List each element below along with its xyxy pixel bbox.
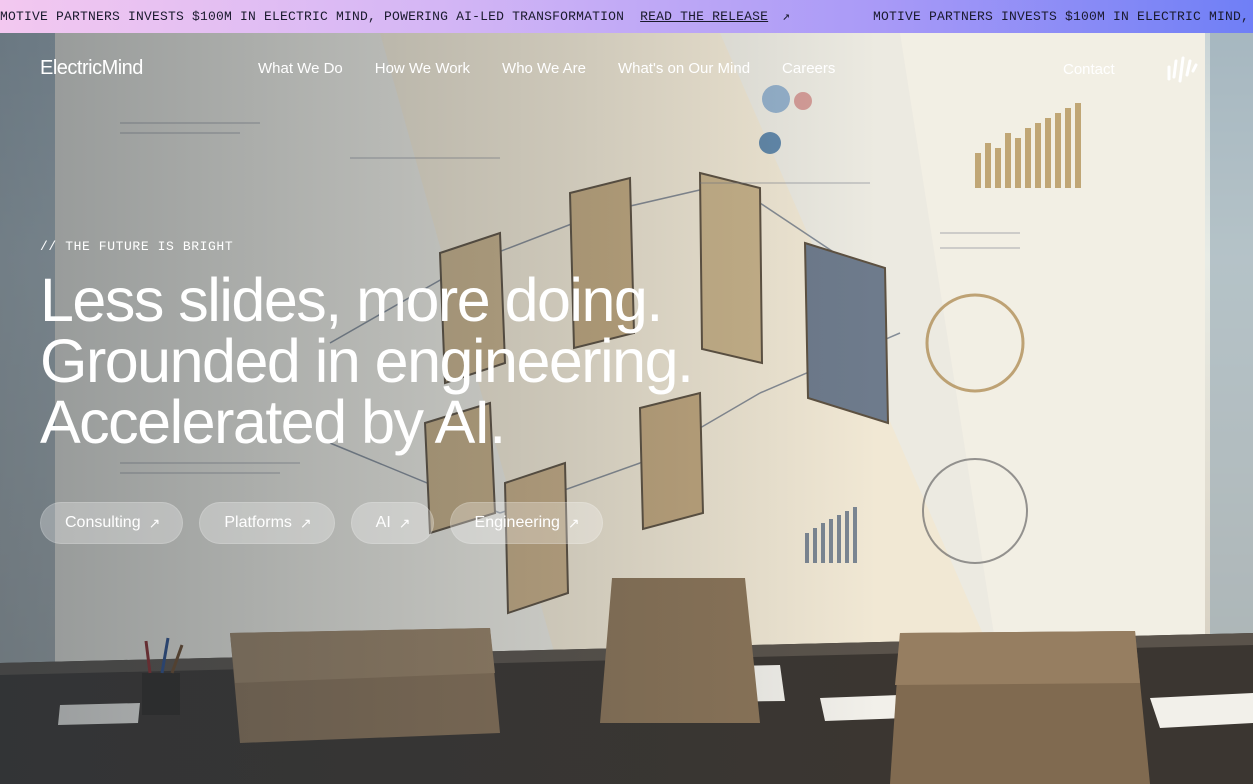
nav-item-careers[interactable]: Careers xyxy=(782,60,835,77)
ticker-segment-repeat: MOTIVE PARTNERS INVESTS $100M IN ELECTRI… xyxy=(873,9,1253,24)
pill-label: Engineering xyxy=(474,514,560,531)
arrow-up-right-icon[interactable]: ↗ xyxy=(782,9,790,24)
engineering-button[interactable]: Engineering ↗ xyxy=(449,502,603,544)
arrow-up-right-icon: ↗ xyxy=(398,514,411,531)
pill-label: Platforms xyxy=(224,514,292,531)
arrow-up-right-icon: ↗ xyxy=(567,514,580,531)
consulting-button[interactable]: Consulting ↗ xyxy=(40,502,184,544)
nav-item-who-we-are[interactable]: Who We Are xyxy=(502,60,586,77)
read-release-link[interactable]: READ THE RELEASE xyxy=(640,9,768,24)
arrow-up-right-icon: ↗ xyxy=(299,514,312,531)
ticker-message: MOTIVE PARTNERS INVESTS $100M IN ELECTRI… xyxy=(0,9,625,24)
hero-eyebrow: // THE FUTURE IS BRIGHT xyxy=(40,239,234,254)
contact-link[interactable]: Contact xyxy=(1063,61,1115,78)
electric-mind-mark-icon[interactable] xyxy=(1165,55,1199,88)
hero-headline: Less slides, more doing. Grounded in eng… xyxy=(40,266,694,456)
pill-label: Consulting xyxy=(65,514,141,531)
service-pills: Consulting ↗ Platforms ↗ AI ↗ Engineerin… xyxy=(40,502,619,544)
platforms-button[interactable]: Platforms ↗ xyxy=(199,502,335,544)
headline-line: Grounded in engineering. xyxy=(40,327,694,395)
nav-item-how-we-work[interactable]: How We Work xyxy=(375,60,470,77)
ticker-segment: MOTIVE PARTNERS INVESTS $100M IN ELECTRI… xyxy=(0,9,790,24)
ai-button[interactable]: AI ↗ xyxy=(350,502,434,544)
top-navigation: ElectricMind What We Do How We Work Who … xyxy=(0,33,1253,105)
headline-line: Accelerated by AI. xyxy=(40,388,506,456)
arrow-up-right-icon: ↗ xyxy=(148,514,161,531)
main-menu: What We Do How We Work Who We Are What's… xyxy=(258,60,867,77)
electric-mind-logo[interactable]: ElectricMind xyxy=(40,57,143,80)
pill-label: AI xyxy=(375,514,391,531)
nav-item-whats-on-our-mind[interactable]: What's on Our Mind xyxy=(618,60,750,77)
nav-item-what-we-do[interactable]: What We Do xyxy=(258,60,343,77)
headline-line: Less slides, more doing. xyxy=(40,266,663,334)
announcement-ticker: MOTIVE PARTNERS INVESTS $100M IN ELECTRI… xyxy=(0,0,1253,33)
